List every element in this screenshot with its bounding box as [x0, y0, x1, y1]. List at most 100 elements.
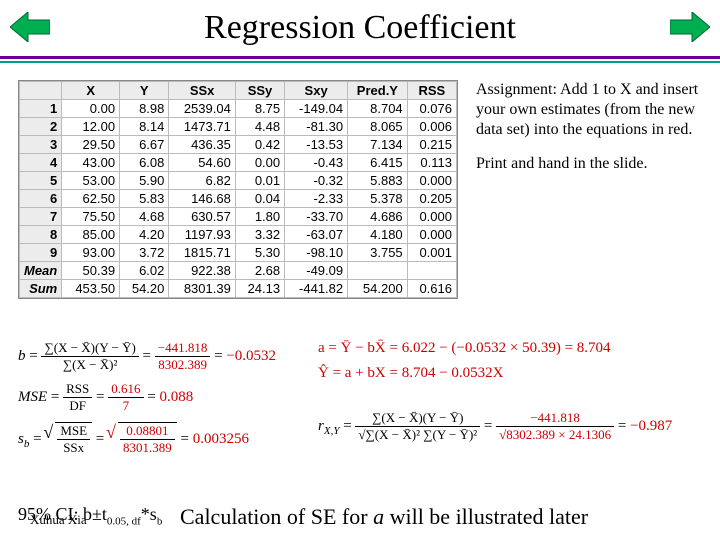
eq-mse: MSE = RSSDF = 0.6167 = 0.088	[18, 381, 318, 414]
cell: 8301.39	[169, 280, 235, 298]
table-row: 775.504.68630.571.80-33.704.6860.000	[20, 208, 457, 226]
cell: 8.065	[348, 118, 408, 136]
cell: 24.13	[235, 280, 284, 298]
cell: 4.20	[120, 226, 169, 244]
row-label: 6	[20, 190, 62, 208]
table-row: Mean50.396.02922.382.68-49.09	[20, 262, 457, 280]
cell: 453.50	[62, 280, 120, 298]
page-title: Regression Coefficient	[204, 9, 516, 47]
cell: 93.00	[62, 244, 120, 262]
cell: 3.755	[348, 244, 408, 262]
table-row: 212.008.141473.714.48-81.308.0650.006	[20, 118, 457, 136]
cell: 0.00	[235, 154, 284, 172]
col-header: Pred.Y	[348, 82, 408, 100]
cell: 1473.71	[169, 118, 235, 136]
col-header: Sxy	[285, 82, 348, 100]
cell: 29.50	[62, 136, 120, 154]
row-label: 5	[20, 172, 62, 190]
cell: 146.68	[169, 190, 235, 208]
row-label: 3	[20, 136, 62, 154]
cell: 0.000	[407, 226, 456, 244]
cell: 0.000	[407, 208, 456, 226]
cell: 5.30	[235, 244, 284, 262]
cell: 3.32	[235, 226, 284, 244]
cell: 75.50	[62, 208, 120, 226]
cell: 43.00	[62, 154, 120, 172]
cell: -81.30	[285, 118, 348, 136]
row-label: 4	[20, 154, 62, 172]
cell: 4.68	[120, 208, 169, 226]
cell	[348, 262, 408, 280]
cell: 0.000	[407, 172, 456, 190]
cell: -149.04	[285, 100, 348, 118]
cell: 4.180	[348, 226, 408, 244]
cell: 0.215	[407, 136, 456, 154]
cell: -33.70	[285, 208, 348, 226]
cell: 2.68	[235, 262, 284, 280]
cell: 6.67	[120, 136, 169, 154]
cell: 8.704	[348, 100, 408, 118]
cell: 4.686	[348, 208, 408, 226]
cell: 8.98	[120, 100, 169, 118]
table-row: 662.505.83146.680.04-2.335.3780.205	[20, 190, 457, 208]
cell: 922.38	[169, 262, 235, 280]
table-row: 10.008.982539.048.75-149.048.7040.076	[20, 100, 457, 118]
eq-b: b = ∑(X − X̄)(Y − Ȳ)∑(X − X̄)² = −441.81…	[18, 340, 318, 373]
cell: 0.01	[235, 172, 284, 190]
cell: 4.48	[235, 118, 284, 136]
cell: 7.134	[348, 136, 408, 154]
cell: 2539.04	[169, 100, 235, 118]
row-label: 7	[20, 208, 62, 226]
table-row: 993.003.721815.715.30-98.103.7550.001	[20, 244, 457, 262]
cell	[407, 262, 456, 280]
col-header: SSy	[235, 82, 284, 100]
cell: -98.10	[285, 244, 348, 262]
assignment-p1: Assignment: Add 1 to X and insert your o…	[476, 80, 706, 140]
cell: 50.39	[62, 262, 120, 280]
cell: -2.33	[285, 190, 348, 208]
nav-prev-icon[interactable]	[10, 12, 50, 42]
col-header: RSS	[407, 82, 456, 100]
nav-next-icon[interactable]	[670, 12, 710, 42]
row-label: 8	[20, 226, 62, 244]
cell: 53.00	[62, 172, 120, 190]
table-row: Sum453.5054.208301.3924.13-441.8254.2000…	[20, 280, 457, 298]
cell: 0.006	[407, 118, 456, 136]
cell: 436.35	[169, 136, 235, 154]
eq-r: rX,Y = ∑(X − X̄)(Y − Ȳ)√∑(X − X̄)² ∑(Y −…	[318, 410, 706, 443]
table-row: 443.006.0854.600.00-0.436.4150.113	[20, 154, 457, 172]
cell: -0.43	[285, 154, 348, 172]
cell: -441.82	[285, 280, 348, 298]
cell: 0.616	[407, 280, 456, 298]
cell: -13.53	[285, 136, 348, 154]
cell: 8.75	[235, 100, 284, 118]
row-label: Sum	[20, 280, 62, 298]
cell: 0.00	[62, 100, 120, 118]
cell: 12.00	[62, 118, 120, 136]
cell: 630.57	[169, 208, 235, 226]
table-row: 329.506.67436.350.42-13.537.1340.215	[20, 136, 457, 154]
col-header: X	[62, 82, 120, 100]
cell: 1197.93	[169, 226, 235, 244]
col-header: Y	[120, 82, 169, 100]
cell: 6.82	[169, 172, 235, 190]
cell: 54.60	[169, 154, 235, 172]
table-row: 885.004.201197.933.32-63.074.1800.000	[20, 226, 457, 244]
cell: 0.113	[407, 154, 456, 172]
cell: 1815.71	[169, 244, 235, 262]
row-label: 9	[20, 244, 62, 262]
cell: 6.415	[348, 154, 408, 172]
row-label: 1	[20, 100, 62, 118]
cell: -63.07	[285, 226, 348, 244]
cell: 3.72	[120, 244, 169, 262]
eq-sb: sb = MSESSx = 0.088018301.389 = 0.003256	[18, 422, 318, 456]
cell: 5.883	[348, 172, 408, 190]
cell: 6.08	[120, 154, 169, 172]
cell: 0.42	[235, 136, 284, 154]
eq-yhat: Ŷ = a + bX = 8.704 − 0.0532X	[318, 365, 706, 382]
cell: 5.378	[348, 190, 408, 208]
header-divider	[0, 56, 720, 63]
cell: 0.04	[235, 190, 284, 208]
cell: 6.02	[120, 262, 169, 280]
cell: 54.200	[348, 280, 408, 298]
